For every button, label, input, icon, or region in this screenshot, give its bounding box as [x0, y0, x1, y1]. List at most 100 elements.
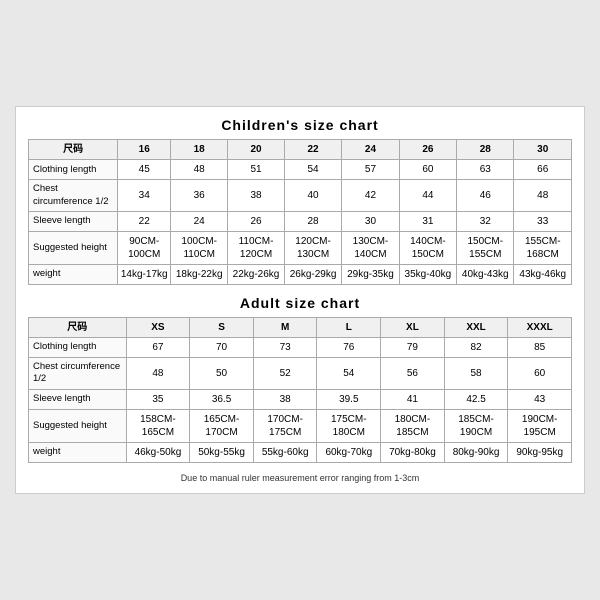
table-row: Clothing length4548515457606366 — [29, 160, 572, 180]
cell-value: 120CM-130CM — [284, 232, 341, 265]
cell-value: 56 — [381, 358, 445, 390]
children-chart-title: Children's size chart — [28, 117, 572, 133]
cell-value: 18kg-22kg — [171, 265, 228, 285]
row-label: weight — [29, 442, 127, 462]
cell-value: 155CM-168CM — [514, 232, 572, 265]
children-size-table: 尺码1618202224262830 Clothing length454851… — [28, 139, 572, 285]
cell-value: 43 — [508, 389, 572, 409]
cell-value: 54 — [317, 358, 381, 390]
table-row: Sleeve length2224262830313233 — [29, 212, 572, 232]
cell-value: 43kg-46kg — [514, 265, 572, 285]
cell-value: 58 — [444, 358, 508, 390]
cell-value: 40 — [284, 180, 341, 212]
cell-value: 90kg-95kg — [508, 442, 572, 462]
size-chart-container: Children's size chart 尺码1618202224262830… — [15, 106, 585, 493]
cell-value: 26kg-29kg — [284, 265, 341, 285]
table-row: weight14kg-17kg18kg-22kg22kg-26kg26kg-29… — [29, 265, 572, 285]
cell-value: 82 — [444, 338, 508, 358]
column-header: XXL — [444, 318, 508, 338]
cell-value: 185CM-190CM — [444, 409, 508, 442]
cell-value: 46 — [457, 180, 514, 212]
cell-value: 73 — [253, 338, 317, 358]
cell-value: 80kg-90kg — [444, 442, 508, 462]
column-header: XL — [381, 318, 445, 338]
cell-value: 67 — [126, 338, 190, 358]
row-label: weight — [29, 265, 118, 285]
cell-value: 52 — [253, 358, 317, 390]
children-table-body: Clothing length4548515457606366Chest cir… — [29, 160, 572, 285]
table-row: Chest circumference 1/23436384042444648 — [29, 180, 572, 212]
row-label: Suggested height — [29, 232, 118, 265]
cell-value: 85 — [508, 338, 572, 358]
children-header-row: 尺码1618202224262830 — [29, 140, 572, 160]
adult-table-body: Clothing length67707376798285Chest circu… — [29, 338, 572, 463]
table-row: Suggested height158CM-165CM165CM-170CM17… — [29, 409, 572, 442]
cell-value: 34 — [118, 180, 171, 212]
cell-value: 48 — [514, 180, 572, 212]
cell-value: 22 — [118, 212, 171, 232]
cell-value: 26 — [228, 212, 285, 232]
cell-value: 48 — [171, 160, 228, 180]
column-header: 22 — [284, 140, 341, 160]
row-label: Chest circumference 1/2 — [29, 358, 127, 390]
cell-value: 40kg-43kg — [457, 265, 514, 285]
cell-value: 70kg-80kg — [381, 442, 445, 462]
cell-value: 38 — [228, 180, 285, 212]
column-header: XS — [126, 318, 190, 338]
cell-value: 79 — [381, 338, 445, 358]
adult-size-table: 尺码XSSMLXLXXLXXXL Clothing length67707376… — [28, 317, 572, 463]
column-header: 18 — [171, 140, 228, 160]
cell-value: 36 — [171, 180, 228, 212]
column-header: 尺码 — [29, 140, 118, 160]
cell-value: 31 — [399, 212, 456, 232]
cell-value: 22kg-26kg — [228, 265, 285, 285]
table-row: Clothing length67707376798285 — [29, 338, 572, 358]
cell-value: 29kg-35kg — [342, 265, 399, 285]
cell-value: 35 — [126, 389, 190, 409]
cell-value: 24 — [171, 212, 228, 232]
cell-value: 54 — [284, 160, 341, 180]
table-row: Chest circumference 1/248505254565860 — [29, 358, 572, 390]
cell-value: 165CM-170CM — [190, 409, 254, 442]
row-label: Clothing length — [29, 338, 127, 358]
cell-value: 45 — [118, 160, 171, 180]
cell-value: 170CM-175CM — [253, 409, 317, 442]
cell-value: 60kg-70kg — [317, 442, 381, 462]
cell-value: 90CM-100CM — [118, 232, 171, 265]
cell-value: 32 — [457, 212, 514, 232]
cell-value: 76 — [317, 338, 381, 358]
cell-value: 51 — [228, 160, 285, 180]
column-header: 30 — [514, 140, 572, 160]
cell-value: 42.5 — [444, 389, 508, 409]
cell-value: 50kg-55kg — [190, 442, 254, 462]
column-header: L — [317, 318, 381, 338]
cell-value: 130CM-140CM — [342, 232, 399, 265]
column-header: 20 — [228, 140, 285, 160]
row-label: Clothing length — [29, 160, 118, 180]
cell-value: 180CM-185CM — [381, 409, 445, 442]
column-header: 24 — [342, 140, 399, 160]
column-header: 16 — [118, 140, 171, 160]
cell-value: 38 — [253, 389, 317, 409]
cell-value: 50 — [190, 358, 254, 390]
table-row: Suggested height90CM-100CM100CM-110CM110… — [29, 232, 572, 265]
cell-value: 140CM-150CM — [399, 232, 456, 265]
cell-value: 42 — [342, 180, 399, 212]
cell-value: 41 — [381, 389, 445, 409]
column-header: 28 — [457, 140, 514, 160]
cell-value: 35kg-40kg — [399, 265, 456, 285]
cell-value: 33 — [514, 212, 572, 232]
cell-value: 60 — [508, 358, 572, 390]
row-label: Suggested height — [29, 409, 127, 442]
cell-value: 63 — [457, 160, 514, 180]
cell-value: 66 — [514, 160, 572, 180]
cell-value: 190CM-195CM — [508, 409, 572, 442]
row-label: Sleeve length — [29, 212, 118, 232]
column-header: 26 — [399, 140, 456, 160]
cell-value: 158CM-165CM — [126, 409, 190, 442]
adult-header-row: 尺码XSSMLXLXXLXXXL — [29, 318, 572, 338]
column-header: XXXL — [508, 318, 572, 338]
column-header: M — [253, 318, 317, 338]
table-row: Sleeve length3536.53839.54142.543 — [29, 389, 572, 409]
cell-value: 60 — [399, 160, 456, 180]
